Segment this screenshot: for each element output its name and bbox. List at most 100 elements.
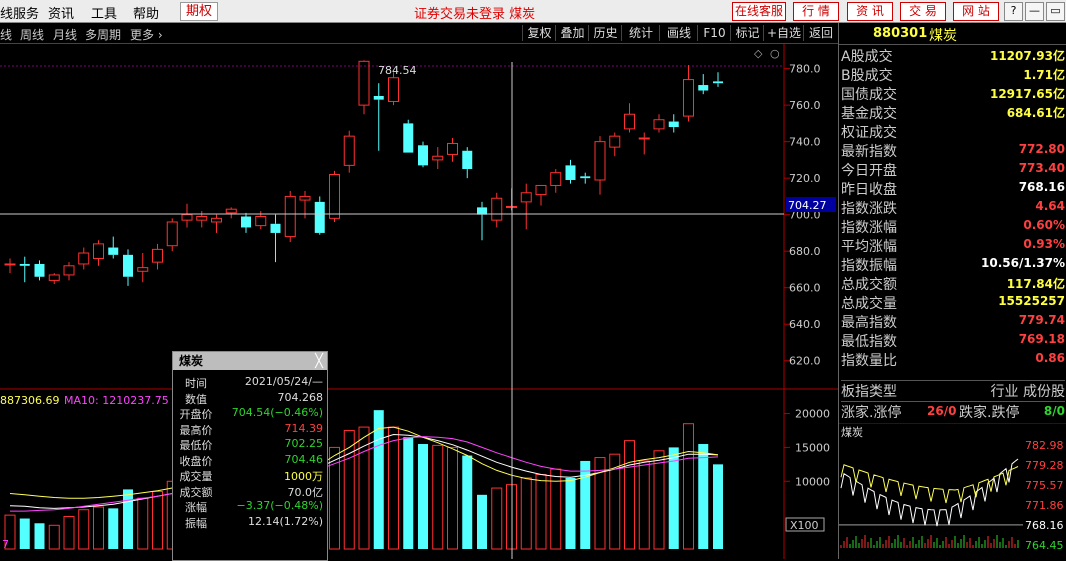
candle[interactable]	[63, 262, 75, 281]
market-button[interactable]: 行 情	[793, 2, 839, 21]
menu-tools[interactable]: 工具	[91, 3, 117, 22]
candle[interactable]	[78, 247, 90, 270]
period-week[interactable]: 周线	[20, 26, 44, 43]
candle[interactable]	[284, 190, 296, 243]
candle[interactable]	[137, 253, 149, 283]
kline-chart[interactable]: 780.0760.0740.0720.0700.0680.0660.0640.0…	[0, 44, 838, 559]
candle[interactable]	[166, 218, 178, 252]
candle[interactable]	[181, 203, 193, 228]
candle[interactable]	[432, 147, 444, 170]
rise-fall-row: 涨家.涨停 26/0 跌家.跌停 8/0	[841, 401, 1065, 422]
candle[interactable]	[418, 141, 428, 168]
candle-body	[609, 135, 621, 148]
period-more[interactable]: 更多 ›	[130, 26, 163, 43]
news-button[interactable]: 资 讯	[847, 2, 893, 21]
candle[interactable]	[93, 240, 104, 266]
mini-tick-label: 764.45	[1025, 539, 1064, 552]
candle-body	[166, 221, 178, 247]
candle[interactable]	[403, 119, 414, 153]
close-icon[interactable]: ╳	[315, 353, 323, 371]
overlay-button[interactable]: 叠加	[555, 25, 589, 41]
candle[interactable]	[225, 207, 237, 219]
menu-services[interactable]: 线服务	[0, 3, 39, 22]
trade-button[interactable]: 交 易	[900, 2, 946, 21]
menu-help[interactable]: 帮助	[133, 3, 159, 22]
candle-body	[4, 263, 16, 266]
candle[interactable]	[638, 132, 650, 155]
volume-tick-label: 10000	[795, 475, 830, 488]
period-month[interactable]: 月线	[53, 26, 77, 43]
help-icon[interactable]: ?	[1004, 2, 1023, 21]
candle[interactable]	[196, 211, 208, 228]
candle[interactable]	[48, 273, 60, 285]
candle[interactable]	[123, 249, 133, 286]
menu-news[interactable]: 资讯	[48, 3, 74, 22]
candle[interactable]	[580, 172, 591, 184]
candle[interactable]	[668, 114, 679, 133]
add-watchlist-button[interactable]: +自选	[763, 25, 804, 41]
menu-options[interactable]: 期权	[180, 2, 218, 21]
stat-label: 指数振幅	[841, 258, 897, 274]
candle-body	[683, 79, 694, 117]
f10-button[interactable]: F10	[697, 25, 731, 41]
mark-button[interactable]: 标记	[730, 25, 764, 41]
candle[interactable]	[447, 137, 458, 162]
candle[interactable]	[19, 256, 30, 283]
candle[interactable]	[624, 103, 635, 133]
period-multi[interactable]: 多周期	[85, 26, 121, 43]
candle-body	[63, 265, 75, 276]
candle[interactable]	[358, 60, 370, 115]
circle-icon[interactable]: ○	[770, 47, 780, 60]
candle[interactable]	[594, 136, 606, 195]
candle-body	[211, 217, 222, 223]
candle-body	[34, 263, 45, 277]
draw-button[interactable]: 画线	[659, 25, 698, 41]
panel-stat-row: 指数涨幅 0.60%	[841, 217, 1065, 236]
candle[interactable]	[520, 183, 532, 230]
stats-button[interactable]: 统计	[621, 25, 660, 41]
candle[interactable]	[241, 212, 251, 233]
adjust-button[interactable]: 复权	[522, 25, 556, 41]
candle[interactable]	[535, 184, 547, 206]
tooltip-header[interactable]: 煤炭 ╳	[173, 352, 327, 370]
back-button[interactable]: 返回	[803, 25, 838, 41]
website-button[interactable]: 网 站	[953, 2, 999, 21]
candle[interactable]	[343, 130, 355, 173]
candle[interactable]	[653, 114, 665, 133]
candle[interactable]	[698, 74, 709, 95]
stat-value: 0.93%	[1023, 237, 1065, 251]
diamond-icon[interactable]: ◇	[754, 47, 763, 60]
candle[interactable]	[683, 64, 694, 122]
candle[interactable]	[108, 236, 119, 259]
minimize-icon[interactable]: —	[1025, 2, 1044, 21]
candle[interactable]	[34, 260, 45, 281]
maximize-icon[interactable]: ▭	[1046, 2, 1065, 21]
candle-body	[314, 201, 325, 233]
online-service-button[interactable]: 在线客服	[732, 2, 786, 21]
chart-toolbar: 线 周线 月线 多周期 更多 › 复权 叠加 历史 统计 画线 F10 标记 +…	[0, 23, 838, 44]
candle-body	[668, 121, 679, 128]
candle[interactable]	[314, 196, 325, 235]
candle[interactable]	[373, 83, 384, 151]
candle[interactable]	[211, 214, 222, 233]
period-day[interactable]: 线	[0, 26, 12, 43]
mini-tick-label: 771.86	[1025, 499, 1064, 512]
intraday-mini-chart[interactable]: 煤炭 782.98 779.28 775.57 771.86 768.16 764.45	[839, 423, 1066, 559]
candle-body	[343, 135, 355, 166]
tooltip-key: 振幅	[185, 516, 207, 530]
candle-body	[19, 263, 30, 266]
candle[interactable]	[388, 72, 399, 106]
volume-bar	[698, 444, 709, 549]
volume-bar	[418, 444, 428, 549]
candle[interactable]	[565, 159, 576, 184]
candle[interactable]	[477, 201, 487, 241]
candle[interactable]	[462, 147, 473, 179]
candle[interactable]	[609, 132, 621, 157]
candle[interactable]	[152, 243, 163, 270]
history-button[interactable]: 历史	[588, 25, 622, 41]
candle[interactable]	[4, 258, 16, 274]
candle[interactable]	[270, 214, 281, 263]
candle[interactable]	[713, 72, 723, 87]
candle[interactable]	[491, 192, 503, 228]
candle[interactable]	[550, 169, 562, 193]
